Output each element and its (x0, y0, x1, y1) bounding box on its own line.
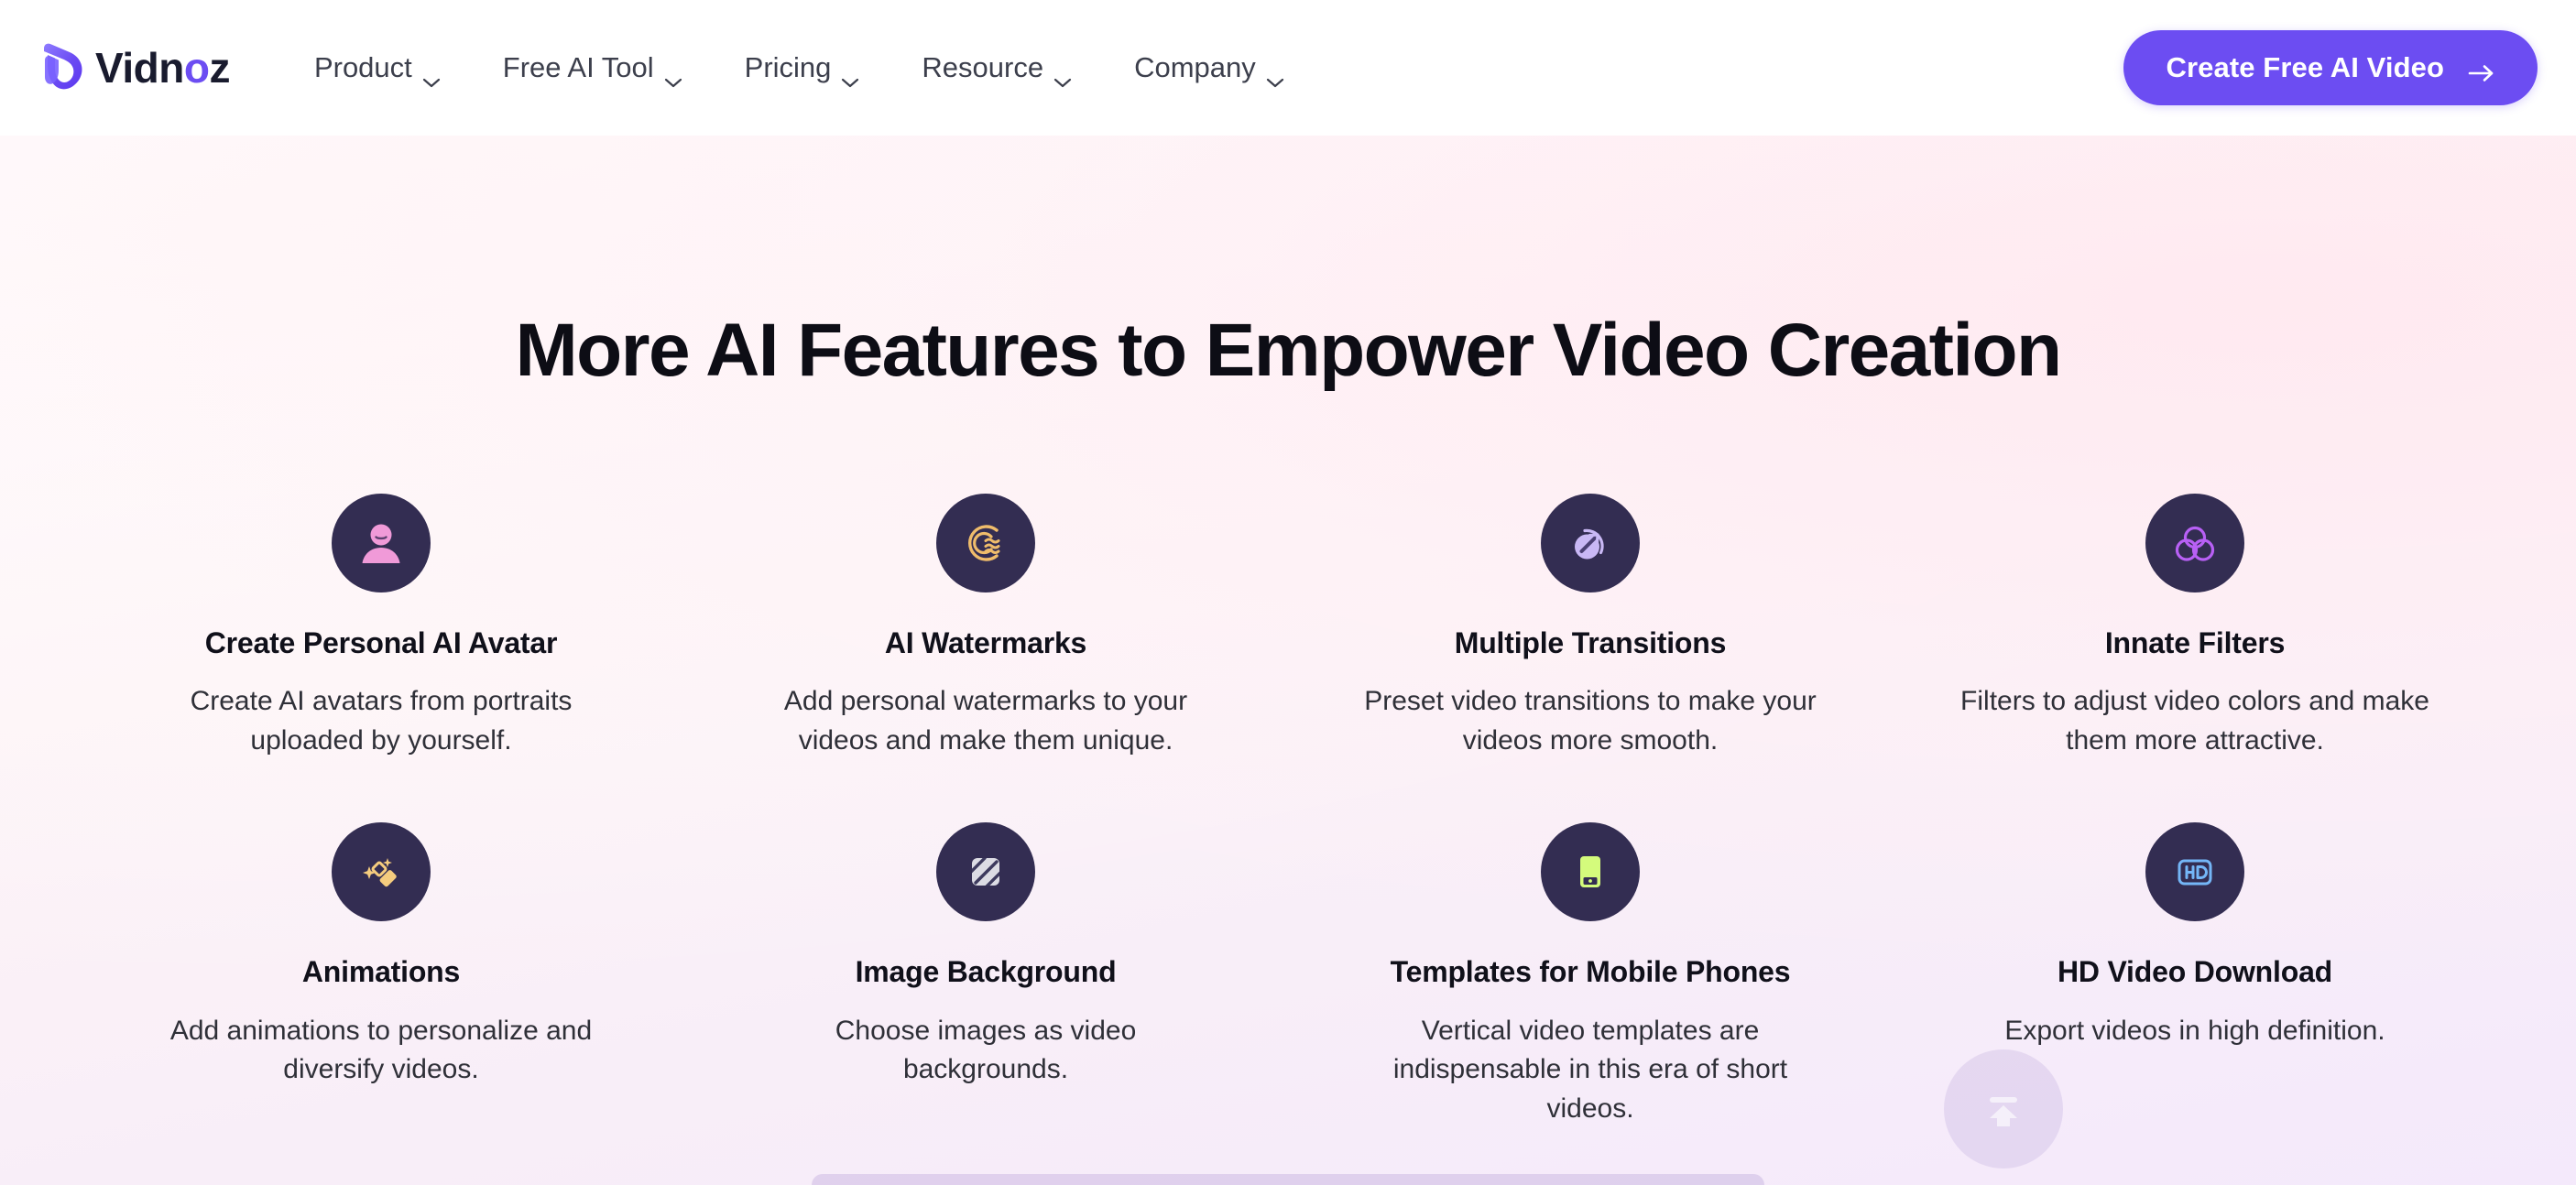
feature-card-animations: Animations Add animations to personalize… (79, 822, 683, 1128)
site-header: Vidn o z Product Free AI Tool Pricing Re… (0, 0, 2576, 136)
chevron-down-icon (841, 62, 859, 88)
scroll-to-top-button[interactable] (1944, 1049, 2063, 1169)
three-circles-filter-icon (2145, 493, 2244, 592)
feature-description: Choose images as video backgrounds. (835, 1015, 1137, 1085)
feature-description: Export videos in high definition. (2004, 1015, 2385, 1046)
brand-wordmark: Vidn o z (95, 47, 230, 89)
feature-card-image-background: Image Background Choose images as video … (683, 822, 1288, 1128)
nav-item-label: Product (313, 51, 412, 83)
watermark-waves-icon (936, 493, 1035, 592)
nav-item-free-ai-tool[interactable]: Free AI Tool (472, 38, 714, 97)
arrow-right-icon (2468, 58, 2495, 82)
chevron-down-icon (422, 62, 441, 88)
feature-description: Add animations to personalize and divers… (169, 1015, 593, 1085)
feature-title: Create Personal AI Avatar (204, 625, 558, 659)
feature-card-innate-filters: Innate Filters Filters to adjust video c… (1893, 493, 2497, 761)
person-avatar-icon (332, 493, 431, 592)
chevron-down-icon (1053, 62, 1072, 88)
main-nav: Product Free AI Tool Pricing Resource Co… (283, 38, 1315, 97)
brand-name-part1: Vidn (95, 44, 184, 92)
striped-square-image-icon (936, 822, 1035, 922)
transition-arrow-icon (1541, 493, 1640, 592)
cta-label: Create Free AI Video (2166, 51, 2444, 83)
nav-item-label: Resource (922, 51, 1044, 83)
create-free-ai-video-button[interactable]: Create Free AI Video (2123, 30, 2538, 105)
feature-title: AI Watermarks (884, 625, 1087, 659)
vidnoz-v-logo-icon (38, 40, 90, 95)
feature-description: Create AI avatars from portraits uploade… (190, 686, 573, 756)
nav-item-label: Pricing (744, 51, 832, 83)
magic-wand-sparkle-icon (332, 822, 431, 922)
nav-item-company[interactable]: Company (1103, 38, 1315, 97)
nav-item-product[interactable]: Product (283, 38, 472, 97)
chevron-down-icon (664, 62, 682, 88)
brand-name-accent: o (183, 44, 210, 92)
feature-description: Preset video transitions to make your vi… (1364, 686, 1817, 756)
mobile-phone-icon (1541, 822, 1640, 922)
arrow-up-to-line-icon (1978, 1083, 2029, 1135)
feature-card-create-personal-ai-avatar: Create Personal AI Avatar Create AI avat… (79, 493, 683, 761)
feature-title: Animations (301, 955, 461, 989)
chevron-down-icon (1266, 62, 1284, 88)
brand-logo-link[interactable]: Vidn o z (38, 40, 230, 95)
nav-item-resource[interactable]: Resource (890, 38, 1103, 97)
feature-card-ai-watermarks: AI Watermarks Add personal watermarks to… (683, 493, 1288, 761)
feature-title: Templates for Mobile Phones (1390, 955, 1791, 989)
feature-description: Add personal watermarks to your videos a… (783, 686, 1188, 756)
feature-title: Innate Filters (2104, 625, 2286, 659)
feature-title: Image Background (855, 955, 1117, 989)
feature-card-templates-for-mobile-phones: Templates for Mobile Phones Vertical vid… (1288, 822, 1893, 1128)
hd-badge-icon (2145, 822, 2244, 922)
feature-description: Vertical video templates are indispensab… (1392, 1015, 1788, 1125)
features-section: More AI Features to Empower Video Creati… (0, 136, 2576, 1185)
page-root: Vidn o z Product Free AI Tool Pricing Re… (0, 0, 2576, 1185)
feature-description: Filters to adjust video colors and make … (1960, 686, 2429, 756)
feature-title: HD Video Download (2057, 955, 2333, 989)
feature-title: Multiple Transitions (1454, 625, 1727, 659)
brand-name-part2: z (209, 44, 230, 92)
nav-item-label: Company (1134, 51, 1256, 83)
nav-item-label: Free AI Tool (502, 51, 654, 83)
page-title: More AI Features to Empower Video Creati… (515, 309, 2062, 392)
feature-card-multiple-transitions: Multiple Transitions Preset video transi… (1288, 493, 1893, 761)
page-content-peek (812, 1174, 1764, 1185)
nav-item-pricing[interactable]: Pricing (714, 38, 891, 97)
features-grid: Create Personal AI Avatar Create AI avat… (0, 493, 2576, 1129)
